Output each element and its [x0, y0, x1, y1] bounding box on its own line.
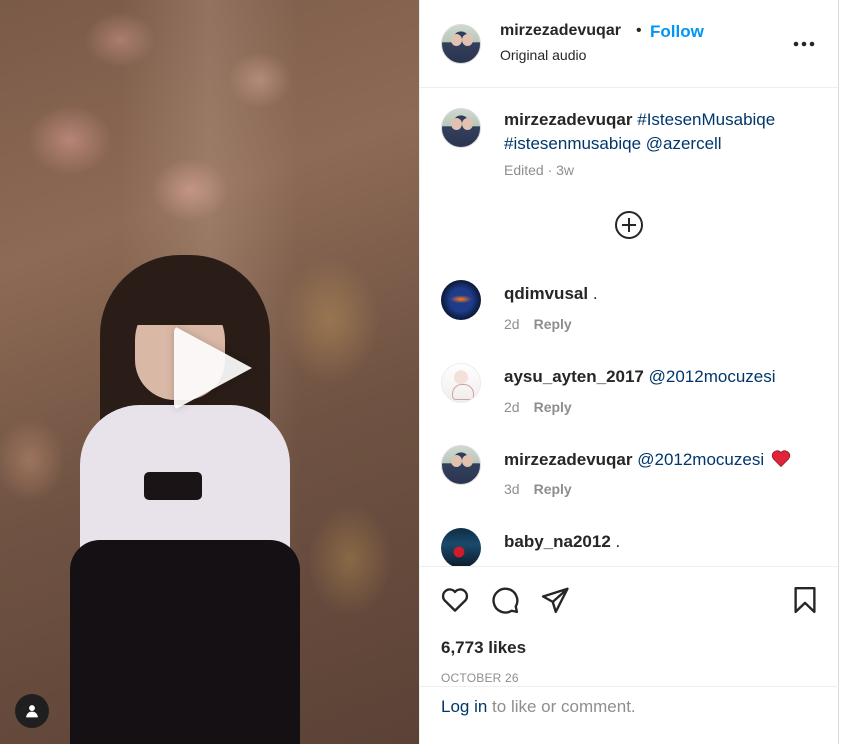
- avatar[interactable]: [441, 280, 481, 320]
- tagged-users-button[interactable]: [15, 694, 49, 728]
- comment-button[interactable]: [490, 585, 520, 615]
- share-button[interactable]: [540, 585, 570, 615]
- post-dialog: mirzezadevuqar • Follow Original audio m…: [0, 0, 841, 744]
- comment-meta: 3d Reply: [504, 481, 572, 497]
- comments-section[interactable]: mirzezadevuqar #IstesenMusabiqe #istesen…: [420, 88, 838, 566]
- reply-button[interactable]: Reply: [534, 399, 572, 415]
- post-header: mirzezadevuqar • Follow Original audio: [420, 0, 838, 88]
- post-sidebar: mirzezadevuqar • Follow Original audio m…: [419, 0, 839, 744]
- avatar[interactable]: [441, 363, 481, 403]
- header-separator: •: [636, 22, 642, 39]
- more-options-button[interactable]: [792, 32, 816, 56]
- caption: mirzezadevuqar #IstesenMusabiqe #istesen…: [504, 108, 804, 156]
- comment-age: 3d: [504, 481, 520, 497]
- caption-avatar[interactable]: [441, 108, 481, 148]
- avatar[interactable]: [441, 24, 481, 64]
- post-date[interactable]: OCTOBER 26: [441, 671, 519, 685]
- comment-username[interactable]: mirzezadevuqar: [504, 450, 633, 469]
- comment-icon: [492, 587, 519, 614]
- load-more-comments-button[interactable]: [614, 210, 644, 240]
- login-prompt-text: Log in to like or comment.: [441, 697, 636, 717]
- comment-text: aysu_ayten_2017 @2012mocuzesi: [504, 367, 776, 387]
- comment-age: 2d: [504, 316, 520, 332]
- comment-body: .: [615, 532, 621, 551]
- person-icon: [26, 705, 38, 718]
- comment-item: qdimvusal . 2d Reply: [420, 280, 820, 350]
- post-author-username[interactable]: mirzezadevuqar: [500, 22, 621, 40]
- login-link[interactable]: Log in: [441, 697, 487, 716]
- likes-count[interactable]: 6,773 likes: [441, 638, 526, 658]
- audio-link[interactable]: Original audio: [500, 47, 586, 63]
- comment-body: .: [592, 284, 598, 303]
- comment-item: baby_na2012 .: [420, 528, 820, 566]
- follow-button[interactable]: Follow: [650, 22, 704, 42]
- plus-circle-icon: [615, 211, 643, 239]
- comment-text: baby_na2012 .: [504, 532, 620, 552]
- subject-phone: [144, 472, 202, 500]
- comment-item: aysu_ayten_2017 @2012mocuzesi 2d Reply: [420, 363, 820, 433]
- comment-age: 2d: [504, 399, 520, 415]
- video-player[interactable]: [0, 0, 419, 744]
- comment-username[interactable]: aysu_ayten_2017: [504, 367, 644, 386]
- caption-username[interactable]: mirzezadevuqar: [504, 110, 633, 129]
- login-prompt: Log in to like or comment.: [420, 686, 839, 726]
- share-icon: [541, 587, 569, 614]
- reply-button[interactable]: Reply: [534, 316, 572, 332]
- comment-text: mirzezadevuqar @2012mocuzesi: [504, 449, 791, 470]
- comment-username[interactable]: baby_na2012: [504, 532, 611, 551]
- avatar[interactable]: [441, 528, 481, 566]
- comment-item: mirzezadevuqar @2012mocuzesi 3d Reply: [420, 445, 820, 515]
- like-button[interactable]: [440, 585, 470, 615]
- play-icon[interactable]: [174, 326, 252, 410]
- comment-meta: 2d Reply: [504, 399, 572, 415]
- red-heart-icon: [771, 450, 790, 467]
- post-actions: 6,773 likes OCTOBER 26 Log in to like or…: [420, 566, 839, 726]
- save-button[interactable]: [790, 585, 820, 615]
- comment-meta: 2d Reply: [504, 316, 572, 332]
- reply-button[interactable]: Reply: [534, 481, 572, 497]
- bookmark-icon: [794, 586, 816, 614]
- comment-mention[interactable]: @2012mocuzesi: [637, 450, 764, 469]
- comment-mention[interactable]: @2012mocuzesi: [649, 367, 776, 386]
- login-rest-text: to like or comment.: [487, 697, 636, 716]
- comment-username[interactable]: qdimvusal: [504, 284, 588, 303]
- subject-bangs: [125, 285, 235, 325]
- avatar[interactable]: [441, 445, 481, 485]
- heart-icon: [441, 588, 469, 612]
- more-horizontal-icon: [793, 41, 815, 47]
- comment-text: qdimvusal .: [504, 284, 598, 304]
- caption-meta: Edited · 3w: [504, 162, 575, 178]
- subject-skirt: [70, 540, 300, 744]
